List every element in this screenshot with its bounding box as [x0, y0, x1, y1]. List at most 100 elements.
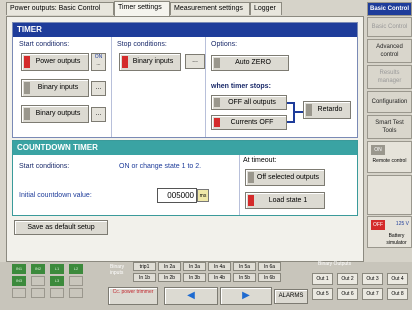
- status-led-l2: L2: [69, 264, 83, 274]
- power-outputs-options-button[interactable]: ON...: [91, 53, 106, 71]
- binary-output-7[interactable]: Out 7: [362, 288, 383, 300]
- arrow-right-button[interactable]: ▶: [220, 287, 272, 305]
- status-led-empty: [31, 276, 45, 286]
- indicator-led: [214, 118, 220, 127]
- binary-input-4b[interactable]: In 4b: [208, 273, 231, 282]
- sidebar-item-remote-control[interactable]: ON Remote control: [367, 141, 412, 173]
- initial-countdown-label: Initial countdown value:: [19, 192, 92, 199]
- indicator-led: [306, 104, 312, 116]
- when-timer-stops-label: when timer stops:: [211, 83, 271, 90]
- binary-input-3b[interactable]: In 3b: [183, 273, 206, 282]
- auto-zero-button[interactable]: Auto ZERO: [211, 55, 289, 71]
- currents-off-button[interactable]: Currents OFF: [211, 115, 287, 130]
- countdown-value-input[interactable]: 005000: [157, 188, 197, 203]
- binary-input-4a[interactable]: In 4a: [208, 262, 231, 271]
- binary-input-trip1[interactable]: trip1: [133, 262, 156, 271]
- indicator-led: [248, 195, 254, 206]
- tab-power-outputs[interactable]: Power outputs: Basic Control: [6, 2, 114, 15]
- status-led-in1: IN1: [12, 264, 26, 274]
- binary-input-5a[interactable]: In 5a: [233, 262, 256, 271]
- binary-outputs-start-button[interactable]: Binary outputs: [21, 105, 89, 123]
- sidebar-item-configuration[interactable]: Configuration: [367, 91, 412, 113]
- countdown-panel: COUNTDOWN TIMER Start conditions: ON or …: [12, 140, 358, 216]
- button-label: Binary inputs: [132, 58, 174, 65]
- timer-panel: TIMER Start conditions: Power outputs ON…: [12, 22, 358, 138]
- options-label: Options:: [211, 41, 238, 48]
- remote-toggle[interactable]: ON: [371, 145, 385, 155]
- connector-line: [295, 111, 303, 113]
- divider: [239, 155, 240, 215]
- binary-output-3[interactable]: Out 3: [362, 273, 383, 285]
- divider: [205, 37, 206, 137]
- indicator-led: [24, 82, 30, 94]
- binary-input-5b[interactable]: In 5b: [233, 273, 256, 282]
- binary-input-1b[interactable]: In 1b: [133, 273, 156, 282]
- on-indicator: ON: [94, 54, 103, 60]
- indicator-led: [214, 58, 220, 68]
- remote-control-label: Remote control: [372, 158, 407, 164]
- button-label: Retardo: [317, 106, 343, 113]
- indicator-led: [24, 56, 30, 68]
- binary-output-1[interactable]: Out 1: [312, 273, 333, 285]
- indicator-led: [24, 108, 30, 120]
- at-timeout-label: At timeout:: [243, 157, 277, 164]
- arrow-left-button[interactable]: ◀: [164, 287, 218, 305]
- binary-input-2b[interactable]: In 2b: [158, 273, 181, 282]
- status-led-l3: L3: [50, 276, 64, 286]
- binary-inputs-start-options-button[interactable]: ...: [91, 81, 106, 96]
- binary-output-5[interactable]: Out 5: [312, 288, 333, 300]
- stop-conditions-label: Stop conditions:: [117, 41, 167, 48]
- sidebar-item-smart-test-tools[interactable]: Smart Test Tools: [367, 115, 412, 139]
- sidebar-item-results-manager[interactable]: Results manager: [367, 65, 412, 89]
- button-label: Power outputs: [35, 58, 81, 65]
- divider: [111, 37, 112, 137]
- battery-toggle[interactable]: OFF: [371, 220, 385, 230]
- off-all-outputs-button[interactable]: OFF all outputs: [211, 95, 287, 110]
- binary-outputs-start-options-button[interactable]: ...: [91, 107, 106, 122]
- save-default-setup-button[interactable]: Save as default setup: [14, 220, 108, 235]
- arrow-right-icon: ▶: [242, 290, 250, 301]
- status-led-empty: [69, 288, 83, 298]
- power-trimmer-button[interactable]: Cc. power trimmer: [108, 287, 158, 305]
- countdown-start-value: ON or change state 1 to 2.: [119, 163, 202, 170]
- binary-input-2a[interactable]: In 2a: [158, 262, 181, 271]
- load-state-1-button[interactable]: Load state 1: [245, 192, 325, 209]
- binary-input-3a[interactable]: In 3a: [183, 262, 206, 271]
- sidebar-item-battery-simulator[interactable]: OFF 125 V Battery simulator: [367, 216, 412, 248]
- button-label: Off selected outputs: [256, 174, 320, 181]
- status-led-empty: [31, 288, 45, 298]
- tab-logger[interactable]: Logger: [250, 2, 282, 15]
- countdown-title: COUNTDOWN TIMER: [13, 141, 357, 155]
- status-led-empty: [69, 276, 83, 286]
- binary-output-4[interactable]: Out 4: [387, 273, 408, 285]
- timer-title: TIMER: [13, 23, 357, 37]
- binary-inputs-stop-options-button[interactable]: ...: [185, 54, 205, 69]
- status-led-l1: L1: [50, 264, 64, 274]
- button-label: Binary outputs: [35, 110, 81, 117]
- tab-measurement-settings[interactable]: Measurement settings: [170, 2, 250, 15]
- retardo-button[interactable]: Retardo: [303, 101, 351, 119]
- binary-output-8[interactable]: Out 8: [387, 288, 408, 300]
- tab-timer-settings[interactable]: Timer settings: [114, 1, 170, 16]
- power-outputs-button[interactable]: Power outputs: [21, 53, 89, 71]
- alarms-button[interactable]: ALARMS: [274, 289, 308, 304]
- countdown-start-label: Start conditions:: [19, 163, 70, 170]
- binary-input-6a[interactable]: In 6a: [258, 262, 281, 271]
- start-conditions-label: Start conditions:: [19, 41, 70, 48]
- binary-inputs-start-button[interactable]: Binary inputs: [21, 79, 89, 97]
- binary-inputs-stop-button[interactable]: Binary inputs: [119, 53, 181, 71]
- sidebar-item-advanced-control[interactable]: Advanced control: [367, 39, 412, 63]
- countdown-unit-badge: ms: [197, 189, 209, 202]
- binary-input-6b[interactable]: In 6b: [258, 273, 281, 282]
- status-led-empty: [12, 288, 26, 298]
- indicator-led: [122, 56, 128, 68]
- sidebar-item-basic-control[interactable]: Basic Control: [367, 17, 412, 37]
- binary-output-2[interactable]: Out 2: [337, 273, 358, 285]
- binary-inputs-label: Binary inputs: [110, 264, 125, 276]
- status-led-in3: IN3: [12, 276, 26, 286]
- off-selected-outputs-button[interactable]: Off selected outputs: [245, 169, 325, 186]
- button-label: Currents OFF: [230, 119, 274, 126]
- connector-line: [287, 102, 295, 123]
- binary-output-6[interactable]: Out 6: [337, 288, 358, 300]
- sidebar-item-basic-control-header[interactable]: Basic Control: [367, 2, 412, 16]
